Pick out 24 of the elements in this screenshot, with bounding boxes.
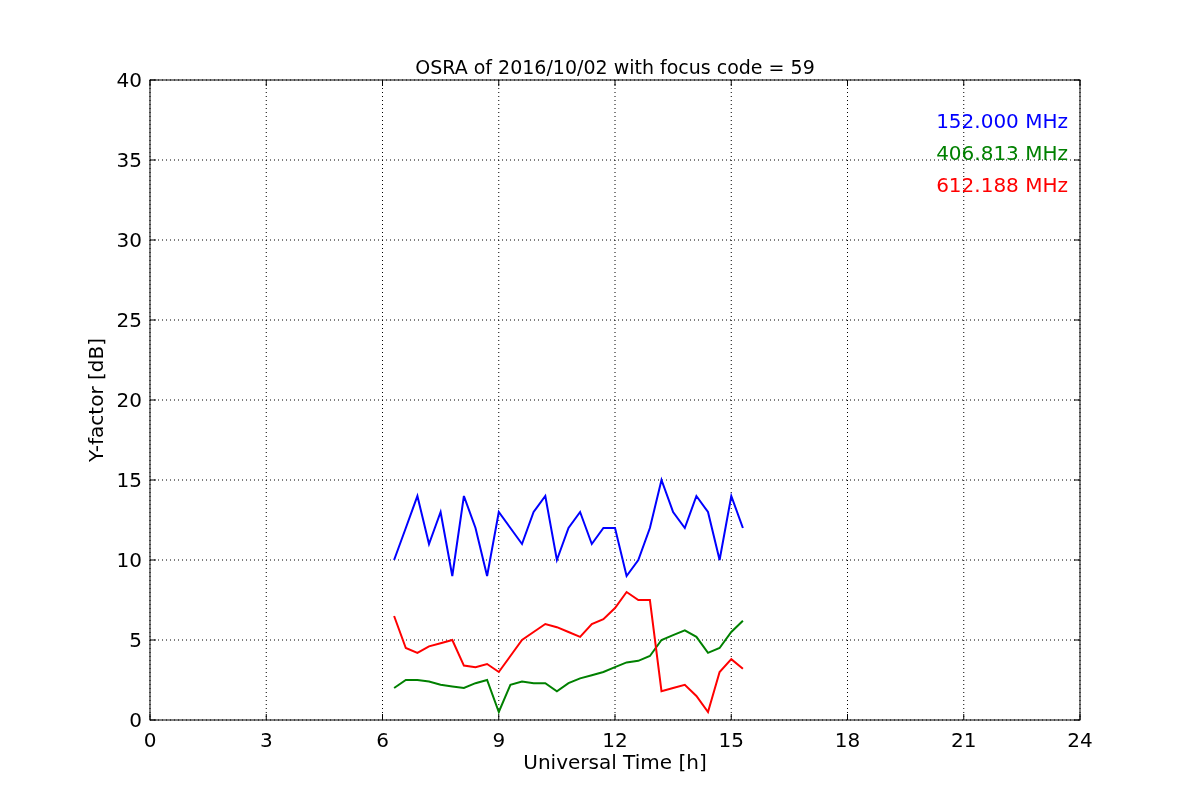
x-tick-label: 9 bbox=[492, 728, 506, 752]
y-axis-label: Y-factor [dB] bbox=[84, 338, 108, 462]
y-tick-label: 35 bbox=[116, 148, 142, 172]
x-axis-label: Universal Time [h] bbox=[523, 750, 707, 774]
x-tick-label: 24 bbox=[1067, 728, 1093, 752]
x-tick-label: 3 bbox=[259, 728, 273, 752]
chart-title: OSRA of 2016/10/02 with focus code = 59 bbox=[415, 56, 815, 78]
legend-label: 152.000 MHz bbox=[936, 109, 1068, 133]
x-tick-label: 21 bbox=[951, 728, 977, 752]
y-tick-label: 20 bbox=[116, 388, 142, 412]
y-tick-label: 40 bbox=[116, 68, 142, 92]
x-tick-label: 15 bbox=[718, 728, 744, 752]
y-tick-label: 10 bbox=[116, 548, 142, 572]
y-tick-label: 5 bbox=[129, 628, 142, 652]
x-tick-label: 0 bbox=[143, 728, 157, 752]
x-tick-label: 12 bbox=[602, 728, 628, 752]
x-tick-label: 18 bbox=[834, 728, 861, 752]
x-tick-label: 6 bbox=[376, 728, 389, 752]
y-tick-label: 0 bbox=[129, 708, 142, 732]
y-tick-label: 15 bbox=[116, 468, 142, 492]
y-tick-label: 30 bbox=[116, 228, 142, 252]
legend-label: 406.813 MHz bbox=[936, 141, 1068, 165]
legend-label: 612.188 MHz bbox=[936, 173, 1068, 197]
y-tick-label: 25 bbox=[116, 308, 142, 332]
